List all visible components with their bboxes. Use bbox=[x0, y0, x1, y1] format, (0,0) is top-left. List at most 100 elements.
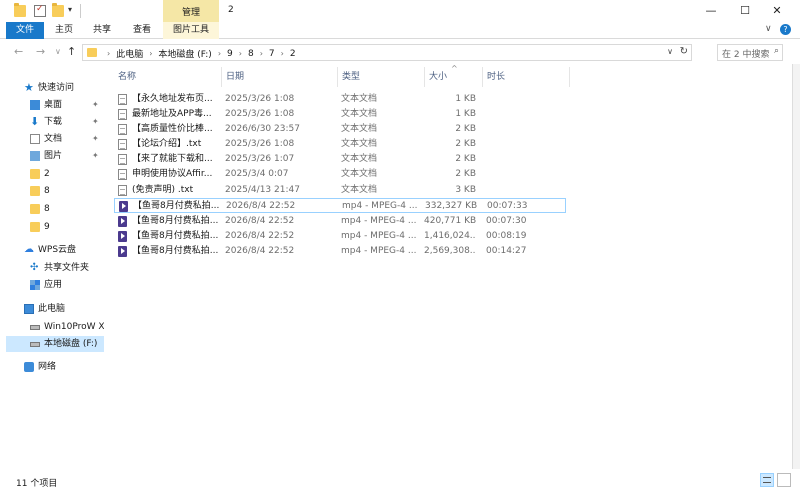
column-divider[interactable] bbox=[424, 67, 425, 87]
file-row[interactable]: 【高质量性价比棒... 2026/6/30 23:57 文本文档 2 KB bbox=[114, 122, 566, 137]
network-icon bbox=[24, 362, 34, 372]
forward-arrow-icon[interactable]: → bbox=[36, 45, 45, 58]
breadcrumb-item[interactable]: 9 bbox=[227, 49, 233, 59]
star-icon: ★ bbox=[24, 81, 34, 94]
new-folder-icon[interactable] bbox=[52, 3, 64, 17]
breadcrumb-item[interactable]: 2 bbox=[290, 49, 296, 59]
search-input[interactable]: 在 2 中搜索 ⌕ bbox=[717, 44, 783, 61]
column-header-type[interactable]: 类型 bbox=[342, 67, 360, 87]
navigation-bar: ← → ∨ ↑ › 此电脑 › 本地磁盘 (F:) › 9 › 8 › 7 › … bbox=[0, 42, 800, 64]
nav-item-pictures[interactable]: 图片 ✦ bbox=[6, 148, 104, 164]
pin-icon[interactable]: ✦ bbox=[92, 148, 99, 164]
column-divider[interactable] bbox=[337, 67, 338, 87]
file-row[interactable]: 【永久地址发布页... 2025/3/26 1:08 文本文档 1 KB bbox=[114, 92, 566, 107]
nav-item-drive-win10[interactable]: Win10ProW X bbox=[6, 319, 104, 335]
apps-icon bbox=[30, 280, 40, 290]
file-size: 1,416,024... bbox=[424, 231, 476, 241]
up-arrow-icon[interactable]: ↑ bbox=[67, 45, 76, 58]
nav-item-desktop[interactable]: 桌面 ✦ bbox=[6, 97, 104, 113]
recent-locations-icon[interactable]: ∨ bbox=[55, 47, 61, 56]
address-bar[interactable]: › 此电脑 › 本地磁盘 (F:) › 9 › 8 › 7 › 2 ∨ ↻ bbox=[82, 44, 692, 61]
nav-item-documents[interactable]: 文档 ✦ bbox=[6, 131, 104, 147]
tab-home[interactable]: 主页 bbox=[48, 22, 80, 39]
nav-item-network[interactable]: 网络 bbox=[6, 359, 104, 375]
file-row[interactable]: 【鱼哥8月付费私拍... 2026/8/4 22:52 mp4 - MPEG-4… bbox=[114, 229, 566, 244]
breadcrumb-item[interactable]: 8 bbox=[248, 49, 254, 59]
ribbon-tabs: 文件 主页 共享 查看 图片工具 ∨ ? bbox=[0, 22, 800, 39]
properties-icon[interactable] bbox=[34, 4, 46, 17]
details-view-button[interactable] bbox=[760, 473, 774, 487]
help-icon[interactable]: ? bbox=[780, 24, 791, 35]
nav-item-folder-9[interactable]: 9 bbox=[6, 219, 104, 235]
file-length: 00:08:19 bbox=[486, 231, 527, 241]
quick-access-dropdown-icon[interactable]: ▾ bbox=[68, 5, 72, 14]
large-icons-view-button[interactable] bbox=[777, 473, 791, 487]
item-count: 11 个项目 bbox=[16, 479, 58, 489]
nav-item-shared-folder[interactable]: ✣ 共享文件夹 bbox=[6, 260, 104, 276]
column-divider[interactable] bbox=[569, 67, 570, 87]
column-divider[interactable] bbox=[482, 67, 483, 87]
nav-item-folder-8[interactable]: 8 bbox=[6, 183, 104, 199]
file-row[interactable]: (免责声明) .txt 2025/4/13 21:47 文本文档 3 KB bbox=[114, 183, 566, 198]
nav-item-drive-f[interactable]: 本地磁盘 (F:) bbox=[6, 336, 104, 352]
breadcrumb-item[interactable]: 7 bbox=[269, 49, 275, 59]
nav-item-this-pc[interactable]: 此电脑 bbox=[6, 301, 104, 317]
file-type: 文本文档 bbox=[341, 169, 378, 179]
status-bar: 11 个项目 bbox=[0, 469, 800, 494]
maximize-button[interactable]: ☐ bbox=[730, 0, 760, 22]
text-file-icon bbox=[118, 109, 127, 120]
nav-item-folder-8[interactable]: 8 bbox=[6, 201, 104, 217]
column-header-length[interactable]: 时长 bbox=[487, 67, 505, 87]
document-icon bbox=[30, 134, 40, 144]
file-row[interactable]: 【鱼哥8月付费私拍... 2026/8/4 22:52 mp4 - MPEG-4… bbox=[114, 198, 566, 213]
nav-item-quick-access[interactable]: ★ 快速访问 bbox=[6, 80, 104, 96]
breadcrumb-item[interactable]: 此电脑 bbox=[116, 47, 143, 60]
chevron-down-icon[interactable]: ∨ bbox=[667, 47, 673, 56]
column-header-size[interactable]: 大小 bbox=[429, 67, 447, 87]
share-icon: ✣ bbox=[30, 262, 39, 273]
file-row[interactable]: 【鱼哥8月付费私拍... 2026/8/4 22:52 mp4 - MPEG-4… bbox=[114, 214, 566, 229]
search-icon[interactable]: ⌕ bbox=[774, 46, 779, 56]
column-divider[interactable] bbox=[221, 67, 222, 87]
video-file-icon bbox=[119, 201, 128, 212]
tab-view[interactable]: 查看 bbox=[126, 22, 158, 39]
file-name: 【鱼哥8月付费私拍... bbox=[132, 216, 219, 226]
pin-icon[interactable]: ✦ bbox=[92, 114, 99, 130]
chevron-right-icon[interactable]: › bbox=[149, 49, 152, 58]
file-row[interactable]: 【论坛介绍】.txt 2025/3/26 1:08 文本文档 2 KB bbox=[114, 137, 566, 152]
tab-picture-tools[interactable]: 图片工具 bbox=[163, 22, 219, 39]
file-type: 文本文档 bbox=[341, 154, 378, 164]
minimize-button[interactable]: — bbox=[696, 0, 726, 22]
chevron-right-icon[interactable]: › bbox=[260, 49, 263, 58]
folder-icon[interactable] bbox=[14, 3, 26, 17]
breadcrumb-item[interactable]: 本地磁盘 (F:) bbox=[158, 47, 211, 60]
nav-item-downloads[interactable]: ⬇ 下载 ✦ bbox=[6, 114, 104, 130]
ribbon-collapse-icon[interactable]: ∨ bbox=[765, 24, 772, 34]
column-header-date[interactable]: 日期 bbox=[226, 67, 244, 87]
tab-file[interactable]: 文件 bbox=[6, 22, 44, 39]
file-row[interactable]: 【来了就能下载和... 2025/3/26 1:07 文本文档 2 KB bbox=[114, 152, 566, 167]
back-arrow-icon[interactable]: ← bbox=[14, 45, 23, 58]
nav-item-label: 图片 bbox=[44, 151, 63, 161]
chevron-right-icon[interactable]: › bbox=[218, 49, 221, 58]
close-button[interactable]: ✕ bbox=[762, 0, 792, 22]
nav-item-label: 应用 bbox=[44, 280, 63, 290]
file-date: 2026/8/4 22:52 bbox=[225, 216, 295, 226]
column-header-name[interactable]: 名称 bbox=[118, 67, 136, 87]
nav-item-apps[interactable]: 应用 bbox=[6, 277, 104, 293]
nav-item-wps-cloud[interactable]: ☁ WPS云盘 bbox=[6, 242, 104, 258]
file-row[interactable]: 【鱼哥8月付费私拍... 2026/8/4 22:52 mp4 - MPEG-4… bbox=[114, 244, 566, 259]
chevron-right-icon[interactable]: › bbox=[281, 49, 284, 58]
chevron-right-icon[interactable]: › bbox=[239, 49, 242, 58]
nav-item-folder-2[interactable]: 2 bbox=[6, 166, 104, 182]
nav-item-label: WPS云盘 bbox=[38, 245, 77, 255]
file-row[interactable]: 申明使用协议Affir... 2025/3/4 0:07 文本文档 2 KB bbox=[114, 167, 566, 182]
file-size: 1 KB bbox=[455, 94, 476, 104]
pin-icon[interactable]: ✦ bbox=[92, 97, 99, 113]
tab-share[interactable]: 共享 bbox=[86, 22, 118, 39]
pin-icon[interactable]: ✦ bbox=[92, 131, 99, 147]
file-row[interactable]: 最新地址及APP毒... 2025/3/26 1:08 文本文档 1 KB bbox=[114, 107, 566, 122]
refresh-icon[interactable]: ↻ bbox=[680, 46, 688, 57]
video-file-icon bbox=[118, 246, 127, 257]
chevron-right-icon[interactable]: › bbox=[107, 49, 110, 58]
